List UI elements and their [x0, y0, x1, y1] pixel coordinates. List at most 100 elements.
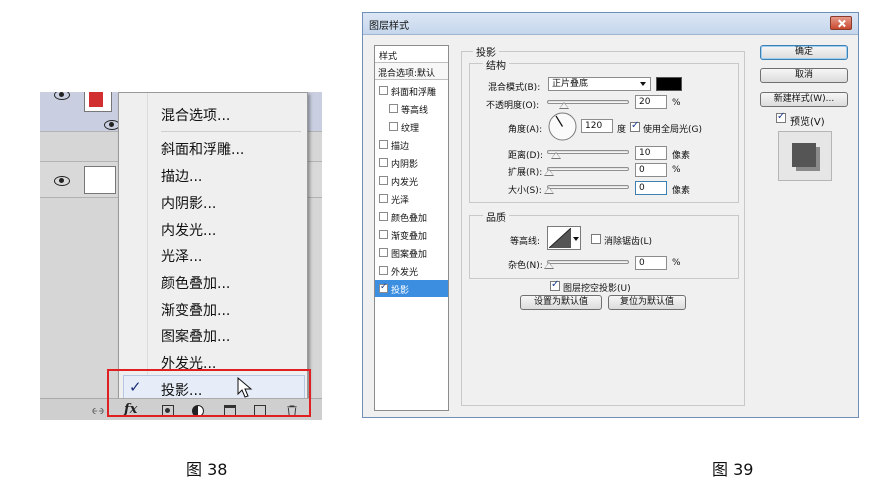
spread-label: 扩展(R): [508, 168, 543, 178]
chevron-down-icon [640, 82, 646, 86]
eye-icon[interactable] [54, 176, 70, 186]
checkbox[interactable] [379, 86, 388, 95]
size-unit: 像素 [672, 186, 691, 196]
menu-item-color-overlay[interactable]: 颜色叠加... [161, 273, 230, 293]
close-icon[interactable] [830, 16, 852, 30]
angle-label: 角度(A): [508, 125, 543, 135]
dialog-titlebar: 图层样式 [363, 13, 858, 35]
layer-thumbnail [84, 92, 112, 112]
size-slider-handle[interactable] [544, 187, 554, 194]
checkbox[interactable] [389, 104, 398, 113]
menu-item-bevel-emboss[interactable]: 斜面和浮雕... [161, 139, 244, 159]
cancel-button[interactable]: 取消 [760, 68, 848, 83]
preview-swatch [778, 131, 832, 181]
noise-slider[interactable] [547, 260, 629, 264]
figure-39-caption: 图 39 [712, 460, 754, 479]
opacity-input[interactable]: 20 [635, 95, 667, 109]
style-item-bevel-emboss[interactable]: 斜面和浮雕 [375, 82, 448, 99]
size-label: 大小(S): [508, 186, 542, 196]
global-light-label: 使用全局光(G) [643, 125, 702, 135]
contour-linear-icon [549, 228, 571, 248]
style-item-drop-shadow[interactable]: 投影 [375, 280, 448, 297]
menu-item-blending-options[interactable]: 混合选项... [161, 105, 230, 125]
opacity-label: 不透明度(O): [486, 101, 540, 111]
distance-label: 距离(D): [508, 151, 543, 161]
style-item-contour[interactable]: 等高线 [375, 100, 448, 117]
menu-item-gradient-overlay[interactable]: 渐变叠加... [161, 300, 230, 320]
style-item-satin[interactable]: 光泽 [375, 190, 448, 207]
menu-item-satin[interactable]: 光泽... [161, 246, 202, 266]
style-list: 样式 混合选项:默认 斜面和浮雕 等高线 纹理 描边 内阴影 内发光 光泽 颜色… [374, 45, 449, 411]
contour-picker[interactable] [547, 226, 581, 250]
figure-38-caption: 图 38 [186, 460, 228, 479]
checkbox[interactable] [379, 140, 388, 149]
contour-label: 等高线: [510, 237, 541, 247]
checkbox[interactable] [389, 122, 398, 131]
knockout-checkbox[interactable] [550, 279, 560, 291]
highlight-box [107, 369, 311, 417]
preview-checkbox[interactable] [776, 111, 786, 123]
checkbox[interactable] [379, 266, 388, 275]
checkbox[interactable] [379, 176, 388, 185]
noise-label: 杂色(N): [508, 261, 543, 271]
checkbox[interactable] [379, 282, 388, 293]
preview-label: 预览(V) [790, 117, 825, 128]
knockout-label: 图层挖空投影(U) [563, 284, 631, 294]
link-layers-icon[interactable] [92, 405, 104, 417]
style-item-inner-glow[interactable]: 内发光 [375, 172, 448, 189]
distance-slider-handle[interactable] [551, 152, 561, 159]
layer-style-dialog: 图层样式 样式 混合选项:默认 斜面和浮雕 等高线 纹理 描边 内阴影 内发光 … [362, 12, 859, 418]
spread-input[interactable]: 0 [635, 163, 667, 177]
size-input[interactable]: 0 [635, 181, 667, 195]
style-item-texture[interactable]: 纹理 [375, 118, 448, 135]
spread-slider[interactable] [547, 167, 629, 171]
angle-unit: 度 [617, 125, 627, 135]
style-item-inner-shadow[interactable]: 内阴影 [375, 154, 448, 171]
new-style-button[interactable]: 新建样式(W)... [760, 92, 848, 107]
antialias-checkbox[interactable] [591, 234, 601, 244]
checkbox[interactable] [379, 230, 388, 239]
dialog-title: 图层样式 [369, 21, 409, 32]
chevron-down-icon[interactable] [573, 237, 579, 241]
distance-unit: 像素 [672, 151, 691, 161]
quality-title: 品质 [483, 209, 509, 224]
global-light-checkbox[interactable] [630, 120, 640, 132]
menu-item-inner-shadow[interactable]: 内阴影... [161, 193, 216, 213]
menu-item-pattern-overlay[interactable]: 图案叠加... [161, 326, 230, 346]
eye-icon[interactable] [54, 92, 70, 100]
menu-item-inner-glow[interactable]: 内发光... [161, 220, 216, 240]
spread-slider-handle[interactable] [544, 169, 554, 176]
style-item-outer-glow[interactable]: 外发光 [375, 262, 448, 279]
antialias-label: 消除锯齿(L) [604, 237, 653, 247]
ok-button[interactable]: 确定 [760, 45, 848, 60]
noise-unit: % [672, 258, 681, 268]
blend-mode-label: 混合模式(B): [488, 83, 541, 93]
shadow-color-swatch[interactable] [656, 77, 682, 91]
style-item-pattern-overlay[interactable]: 图案叠加 [375, 244, 448, 261]
structure-title: 结构 [483, 57, 509, 72]
layer-style-context-menu: ✓ 混合选项... 斜面和浮雕... 描边... 内阴影... 内发光... 光… [118, 92, 308, 403]
opacity-unit: % [672, 98, 681, 108]
style-list-blend-options[interactable]: 混合选项:默认 [375, 63, 448, 80]
distance-input[interactable]: 10 [635, 146, 667, 160]
blend-mode-select[interactable]: 正片叠底 [548, 77, 651, 91]
noise-input[interactable]: 0 [635, 256, 667, 270]
checkbox[interactable] [379, 158, 388, 167]
make-default-button[interactable]: 设置为默认值 [520, 295, 602, 310]
opacity-slider-handle[interactable] [559, 102, 569, 109]
reset-default-button[interactable]: 复位为默认值 [608, 295, 686, 310]
menu-item-stroke[interactable]: 描边... [161, 166, 202, 186]
style-item-color-overlay[interactable]: 颜色叠加 [375, 208, 448, 225]
checkbox[interactable] [379, 248, 388, 257]
noise-slider-handle[interactable] [544, 262, 554, 269]
checkbox[interactable] [379, 194, 388, 203]
angle-input[interactable]: 120 [581, 119, 613, 133]
angle-dial-icon[interactable] [548, 112, 577, 141]
style-item-stroke[interactable]: 描边 [375, 136, 448, 153]
size-slider[interactable] [547, 185, 629, 189]
style-item-gradient-overlay[interactable]: 渐变叠加 [375, 226, 448, 243]
layer-thumbnail [84, 166, 116, 194]
style-list-header[interactable]: 样式 [375, 46, 448, 63]
spread-unit: % [672, 165, 681, 175]
checkbox[interactable] [379, 212, 388, 221]
